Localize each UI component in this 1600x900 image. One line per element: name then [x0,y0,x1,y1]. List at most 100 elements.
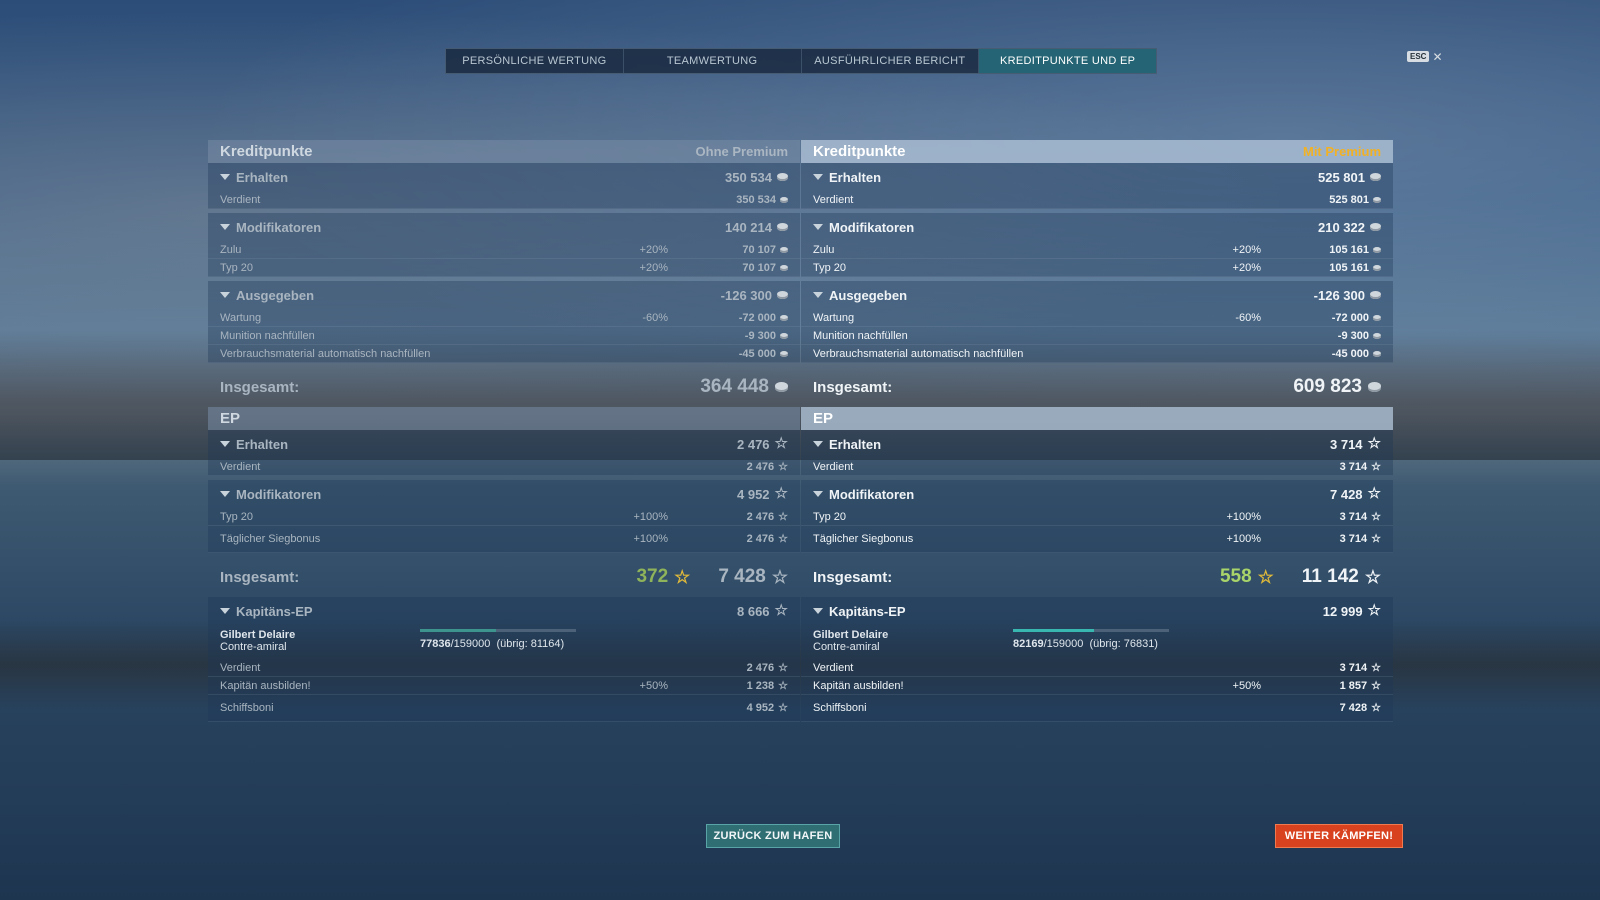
group-header[interactable]: Modifikatoren 140 214 [208,213,800,241]
credit-coin-icon [1373,314,1381,321]
esc-close-button[interactable]: ESC ✕ [1407,51,1443,63]
credit-coin-icon [775,382,788,392]
credit-coin-icon [780,332,788,339]
row-label: Verdient [813,460,854,473]
progress-max: /159000 [1043,638,1084,650]
free-xp-star-icon: ☆ [674,567,691,587]
row-label: Typ 20 [220,510,254,523]
row-label: Typ 20 [220,261,254,274]
group-header[interactable]: Modifikatoren 4 952 ☆ [208,480,800,508]
row-label: Verdient [813,661,854,674]
star-icon: ☆ [1371,679,1381,692]
xp-title: EP [220,410,241,427]
captain-progress-text: 82169/159000 (übrig: 76831) [1013,638,1381,650]
row-value: 350 534 [736,193,776,206]
credit-coin-icon [777,291,788,299]
row-value: 105 161 [1329,243,1369,256]
credits-spent-group: Ausgegeben -126 300 Wartung -60% -72 000 … [801,281,1393,363]
group-value: 350 534 [725,169,772,185]
group-header[interactable]: Ausgegeben -126 300 [801,281,1393,309]
caret-down-icon[interactable] [813,608,823,614]
group-header[interactable]: Erhalten 3 714 ☆ [801,430,1393,458]
credits-modifiers-group: Modifikatoren 140 214 Zulu +20% 70 107 Ty… [208,213,800,277]
tab-personal-score[interactable]: PERSÖNLICHE WERTUNG [446,49,624,73]
caret-down-icon[interactable] [813,441,823,447]
group-header[interactable]: Ausgegeben -126 300 [208,281,800,309]
row-value: -72 000 [738,311,776,324]
caret-down-icon[interactable] [220,441,230,447]
caret-down-icon[interactable] [813,491,823,497]
caret-down-icon[interactable] [813,224,823,230]
row-label: Zulu [220,243,242,256]
row-percent: +100% [1226,533,1261,545]
group-value: 12 999 [1322,603,1363,619]
tab-credits-and-xp[interactable]: KREDITPUNKTE UND EP [979,49,1156,73]
group-header[interactable]: Erhalten 525 801 [801,163,1393,191]
back-to-port-button[interactable]: ZURÜCK ZUM HAFEN [706,824,840,848]
row-percent: +50% [639,679,668,692]
progress-max: /159000 [450,638,491,650]
group-label: Ausgegeben [236,287,315,303]
captain-name: Gilbert Delaire [220,629,296,641]
credit-coin-icon [780,196,788,203]
credits-header: Kreditpunkte Ohne Premium [208,140,800,163]
row-label: Typ 20 [813,261,847,274]
credit-coin-icon [1370,291,1381,299]
caret-down-icon[interactable] [813,292,823,298]
group-value: 7 428 [1330,486,1363,502]
group-value: 140 214 [725,219,772,235]
credit-coin-icon [1370,173,1381,181]
tab-team-score[interactable]: TEAMWERTUNG [624,49,802,73]
keep-fighting-button[interactable]: WEITER KÄMPFEN! [1275,824,1403,848]
group-header[interactable]: Erhalten 350 534 [208,163,800,191]
group-header[interactable]: Modifikatoren 210 322 [801,213,1393,241]
credit-coin-icon [1373,264,1381,271]
row-value: -9 300 [1337,329,1369,342]
row-label: Typ 20 [813,510,847,523]
panel-without-premium: Kreditpunkte Ohne Premium Erhalten 350 5… [208,140,800,726]
progress-remaining: (übrig: 81164) [496,638,565,650]
panel-with-premium: Kreditpunkte Mit Premium Erhalten 525 80… [801,140,1393,726]
total-label: Insgesamt: [813,378,893,396]
xp-modifiers-group: Modifikatoren 7 428 ☆ Typ 20 +100% 3 714 ☆ … [801,480,1393,553]
xp-received-group: Erhalten 2 476 ☆ Verdient 2 476 ☆ [208,430,800,476]
group-label: Modifikatoren [236,486,322,502]
group-header[interactable]: Modifikatoren 7 428 ☆ [801,480,1393,508]
captain-progress-bar [420,629,576,632]
xp-header: EP [208,407,800,430]
group-label: Erhalten [829,436,882,452]
caret-down-icon[interactable] [220,491,230,497]
star-icon: ☆ [1367,485,1381,502]
caret-down-icon[interactable] [813,174,823,180]
group-label: Erhalten [236,169,289,185]
row-percent: +20% [1232,243,1261,256]
caret-down-icon[interactable] [220,174,230,180]
group-header[interactable]: Kapitäns-EP 8 666 ☆ [208,597,800,625]
credit-coin-icon [777,173,788,181]
credit-coin-icon [1370,223,1381,231]
row-percent: +20% [639,261,668,274]
row-value: 4 952 [746,702,775,714]
caret-down-icon[interactable] [220,224,230,230]
list-item: Täglicher Siegbonus +100% 3 714 ☆ [801,526,1393,553]
tab-detailed-report[interactable]: AUSFÜHRLICHER BERICHT [802,49,980,73]
group-header[interactable]: Erhalten 2 476 ☆ [208,430,800,458]
group-value: -126 300 [720,287,772,303]
caret-down-icon[interactable] [220,292,230,298]
list-item: Kapitän ausbilden! +50% 1 857 ☆ [801,677,1393,695]
close-icon[interactable]: ✕ [1432,51,1442,63]
xp-received-group: Erhalten 3 714 ☆ Verdient 3 714 ☆ [801,430,1393,476]
xp-modifiers-group: Modifikatoren 4 952 ☆ Typ 20 +100% 2 476 ☆ … [208,480,800,553]
list-item: Schiffsboni 7 428 ☆ [801,695,1393,722]
row-label: Zulu [813,243,835,256]
list-item: Verbrauchsmaterial automatisch nachfülle… [208,345,800,363]
variant-label: Ohne Premium [695,144,788,159]
row-value: 2 476 [746,460,775,473]
captain-progress-fill [420,629,497,632]
row-label: Verdient [220,193,261,206]
caret-down-icon[interactable] [220,608,230,614]
group-header[interactable]: Kapitäns-EP 12 999 ☆ [801,597,1393,625]
progress-current: 77836 [420,638,451,650]
total-value: 364 448 [700,376,769,397]
row-value: 105 161 [1329,261,1369,274]
